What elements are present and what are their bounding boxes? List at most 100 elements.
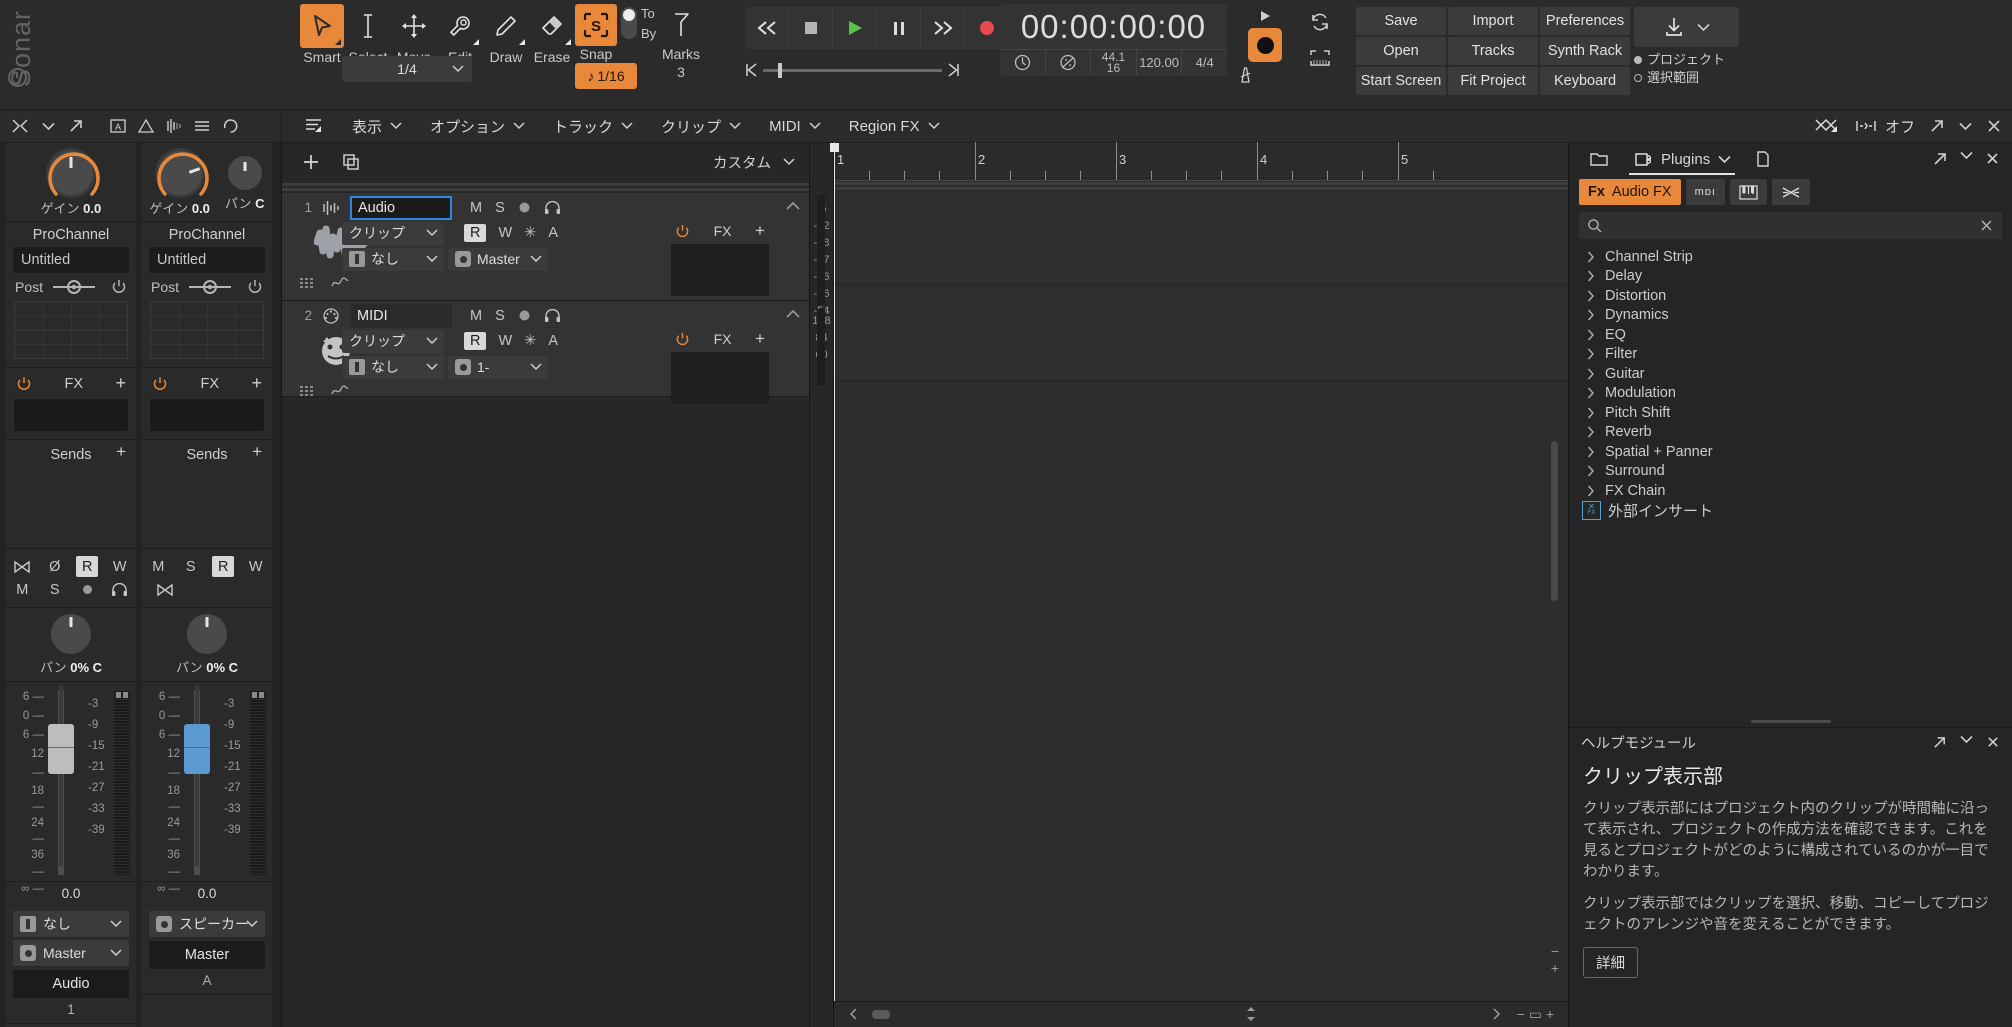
plugin-search-input[interactable]: [1611, 218, 1971, 234]
marks-button[interactable]: Marks 3: [659, 4, 703, 88]
panel-collapse-icon[interactable]: [1959, 122, 1972, 131]
snap-to-by-toggle[interactable]: To By: [621, 4, 655, 88]
read-automation-button[interactable]: R: [212, 556, 234, 577]
track-headphone-icon[interactable]: [544, 309, 561, 323]
arm-button[interactable]: [76, 579, 98, 600]
menu-clip[interactable]: クリップ: [647, 110, 755, 142]
post-slider[interactable]: [51, 279, 97, 295]
select-range-icon[interactable]: [1290, 40, 1350, 76]
sends-list[interactable]: [6, 470, 136, 548]
power-icon[interactable]: [111, 279, 127, 295]
strip-track-name[interactable]: Audio: [13, 970, 129, 998]
duplicate-track-icon[interactable]: [338, 149, 364, 175]
plugin-category-distortion[interactable]: Distortion: [1569, 286, 2012, 306]
track-automation-lane[interactable]: A: [548, 333, 558, 349]
clip-lane-audio[interactable]: [834, 193, 1568, 285]
time-signature-display[interactable]: 4/4: [1182, 50, 1227, 75]
import-button[interactable]: Import: [1448, 7, 1538, 35]
track-name-input[interactable]: Audio: [350, 196, 452, 220]
track-input-select[interactable]: なし: [342, 248, 444, 271]
track-fx-slots[interactable]: [671, 352, 769, 404]
narrow-strip-icon[interactable]: [6, 110, 34, 143]
menu-options[interactable]: オプション: [416, 110, 539, 142]
track-headphone-icon[interactable]: [544, 201, 561, 215]
tab-plugins[interactable]: Plugins: [1623, 143, 1741, 175]
panel-splitter[interactable]: [1569, 717, 2012, 727]
fx-add-icon[interactable]: +: [251, 373, 262, 394]
horizontal-scrollbar[interactable]: [866, 1010, 1468, 1019]
metronome-toggle-icon[interactable]: [1000, 50, 1046, 75]
solo-button[interactable]: S: [44, 579, 66, 600]
chevron-down-icon[interactable]: [34, 110, 62, 143]
loop-icon[interactable]: [1290, 4, 1350, 40]
plugin-category-channel-strip[interactable]: Channel Strip: [1569, 247, 2012, 267]
power-icon[interactable]: [247, 279, 263, 295]
sample-rate-display[interactable]: 44.1 16: [1091, 50, 1137, 75]
track-mute-button[interactable]: M: [470, 308, 482, 324]
input-select[interactable]: なし: [13, 911, 129, 937]
output-select[interactable]: スピーカー: [149, 911, 265, 937]
help-details-button[interactable]: 詳細: [1583, 947, 1638, 978]
write-automation-button[interactable]: W: [109, 556, 131, 577]
show-all-icon[interactable]: A: [104, 110, 132, 143]
preferences-button[interactable]: Preferences: [1540, 7, 1630, 35]
scrub-bar[interactable]: [745, 62, 960, 78]
track-lane-mode-select[interactable]: クリップ: [342, 330, 444, 353]
solo-button[interactable]: S: [180, 556, 202, 577]
plugin-category-guitar[interactable]: Guitar: [1569, 364, 2012, 384]
track-arm-button[interactable]: [518, 309, 531, 322]
plugin-external-insert[interactable]: ✕FX 外部インサート: [1569, 501, 2012, 521]
keyboard-button[interactable]: Keyboard: [1540, 67, 1630, 95]
panel-float-icon[interactable]: [1929, 118, 1945, 134]
tempo-display[interactable]: 120.00: [1137, 50, 1183, 75]
clip-pane-divider[interactable]: [834, 181, 1568, 193]
scrub-slider[interactable]: [763, 69, 942, 72]
track-automation-curve-icon[interactable]: [330, 384, 350, 398]
write-automation-button[interactable]: W: [245, 556, 267, 577]
fx-power-icon[interactable]: [16, 376, 32, 392]
track-write-automation[interactable]: W: [498, 333, 512, 349]
automation-mode-toggle[interactable]: オフ: [1854, 116, 1915, 137]
plugin-category-modulation[interactable]: Modulation: [1569, 384, 2012, 404]
plugin-category-pitch-shift[interactable]: Pitch Shift: [1569, 403, 2012, 423]
track-collapse-icon[interactable]: [785, 309, 801, 319]
tool-smart[interactable]: Smart: [300, 4, 344, 65]
track-view-preset[interactable]: カスタム: [713, 152, 809, 173]
fader-cap[interactable]: [48, 724, 74, 774]
time-display-panel[interactable]: 00:00:00:00 44.1 16 120.00 4/4: [1000, 4, 1227, 76]
panel-close-icon[interactable]: [1985, 151, 2000, 167]
panel-float-icon[interactable]: [1932, 735, 1947, 750]
prochannel-icon[interactable]: [132, 110, 160, 143]
sends-add-icon[interactable]: +: [252, 442, 262, 462]
track-pane-divider[interactable]: [282, 181, 809, 193]
panel-close-icon[interactable]: [1986, 735, 2000, 750]
go-to-end-icon[interactable]: [948, 62, 960, 78]
track-write-automation[interactable]: W: [498, 225, 512, 241]
open-button[interactable]: Open: [1356, 37, 1446, 65]
eq-graph[interactable]: [14, 301, 128, 359]
plugin-category-fx-chain[interactable]: FX Chain: [1569, 481, 2012, 501]
plugin-search-row[interactable]: [1579, 212, 2002, 239]
fit-project-button[interactable]: Fit Project: [1448, 67, 1538, 95]
post-slider[interactable]: [187, 279, 233, 295]
fader-cap[interactable]: [184, 724, 210, 774]
go-to-start-icon[interactable]: [745, 62, 757, 78]
gain-knob[interactable]: [49, 151, 93, 195]
open-external-icon[interactable]: [62, 110, 90, 143]
prochannel-preset[interactable]: Untitled: [13, 247, 129, 273]
track-collapse-icon[interactable]: [785, 201, 801, 211]
now-time-cursor[interactable]: [834, 143, 835, 1027]
vertical-scrollbar[interactable]: [1551, 181, 1558, 983]
meters-icon[interactable]: [160, 110, 188, 143]
scroll-left-icon[interactable]: [848, 1008, 858, 1020]
track-lanes-icon[interactable]: [298, 384, 316, 398]
pan-knob[interactable]: [51, 614, 91, 654]
zoom-out-icon[interactable]: −: [1548, 943, 1562, 960]
track-fx-slots[interactable]: [671, 244, 769, 296]
clip-empty-area[interactable]: [834, 381, 1568, 1001]
track-automation-curve-icon[interactable]: [330, 276, 350, 290]
strip-track-name[interactable]: Master: [149, 941, 265, 969]
now-time-handle[interactable]: [830, 143, 839, 152]
list-icon[interactable]: [188, 110, 216, 143]
track-input-select[interactable]: なし: [342, 356, 444, 379]
